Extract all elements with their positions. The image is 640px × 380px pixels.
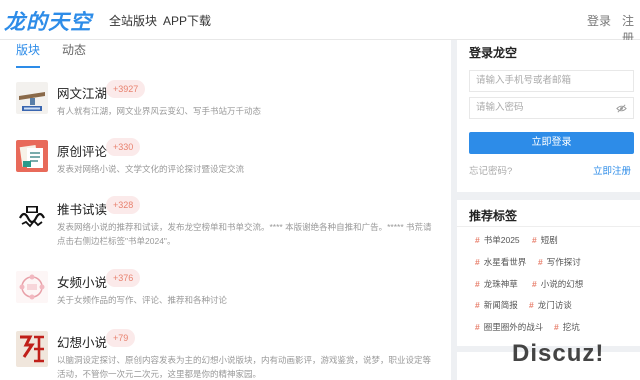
password-input[interactable]: 请输入密码	[469, 97, 634, 119]
eye-off-icon[interactable]	[616, 103, 627, 114]
documents-icon	[16, 140, 48, 172]
forum-description: 发表对网络小说、文学文化的评论探讨暨设定交流	[57, 164, 245, 174]
hash-icon: #	[532, 235, 537, 245]
new-posts-badge: +328	[106, 196, 141, 214]
site-logo[interactable]: 龙的天空	[4, 6, 92, 36]
forum-description: 关于女频作品的写作、评论、推荐和各种讨论	[57, 295, 228, 305]
active-tab-indicator	[16, 66, 40, 68]
forum-title[interactable]: 推书试读	[57, 199, 107, 218]
hash-icon: #	[554, 322, 559, 332]
new-posts-badge: +376	[106, 269, 141, 287]
forgot-password-link[interactable]: 忘记密码?	[469, 163, 512, 177]
forum-item-nvpin[interactable]: 女频小说 +376 关于女频作品的写作、评论、推荐和各种讨论	[0, 269, 451, 331]
register-now-link[interactable]: 立即注册	[593, 163, 631, 177]
login-button[interactable]: 立即登录	[469, 132, 634, 154]
hash-icon: #	[529, 300, 534, 310]
account-input[interactable]: 请输入手机号或者邮箱	[469, 70, 634, 92]
tag-item[interactable]: # 小说的幻想	[532, 278, 583, 290]
forum-description: 以脑洞设定探讨、原创内容发表为主的幻想小说版块，内有动画影评，游戏鉴赏，说梦，职…	[57, 355, 432, 379]
new-posts-badge: +79	[106, 329, 136, 347]
floral-icon	[16, 271, 48, 303]
forum-item-yuanchuang[interactable]: 原创评论 +330 发表对网络小说、文学文化的评论探讨暨设定交流	[0, 138, 451, 200]
tag-item[interactable]: # 挖坑	[554, 321, 580, 333]
forum-description: 有人就有江湖，网文业界风云变幻、写手书站万千动态	[57, 106, 262, 116]
forum-item-tuishu[interactable]: 推书试读 +328 发表网络小说的推荐和试读，发布龙空榜单和书单交流。**** …	[0, 196, 451, 258]
tab-activity[interactable]: 动态	[62, 41, 86, 58]
tags-title: 推荐标签	[469, 209, 518, 223]
tab-bar: 版块 动态	[0, 40, 451, 70]
login-panel: 登录龙空 请输入手机号或者邮箱 请输入密码 立即登录 忘记密码? 立即注册	[457, 40, 640, 192]
new-posts-badge: +330	[106, 138, 141, 156]
book-calligraphy-icon	[16, 196, 48, 236]
top-navigation-bar: 龙的天空 全站版块 APP下载 登录 注册	[0, 0, 640, 45]
network-sign-icon	[16, 82, 48, 114]
header-login-link[interactable]: 登录	[587, 12, 611, 29]
discuz-watermark: Discuz!	[512, 340, 605, 367]
hash-icon: #	[532, 279, 537, 289]
forum-title[interactable]: 原创评论	[57, 141, 107, 160]
tag-item[interactable]: # 龙珠神草	[475, 278, 518, 290]
hash-icon: #	[475, 300, 480, 310]
tag-item[interactable]: # 新闻简报	[475, 299, 518, 311]
forum-list-panel: 版块 动态 网文江湖 +3927 有人就有江湖，网文业界风云变幻、写手书站万千动…	[0, 40, 451, 380]
tag-item[interactable]: # 书单2025	[475, 234, 520, 246]
hash-icon: #	[475, 322, 480, 332]
login-title: 登录龙空	[469, 46, 518, 60]
forum-description: 发表网络小说的推荐和试读，发布龙空榜单和书单交流。**** 本版谢绝各种自推和广…	[57, 222, 432, 246]
hash-icon: #	[475, 235, 480, 245]
forum-item-huanxiang[interactable]: 幻想小说 +79 以脑洞设定探讨、原创内容发表为主的幻想小说版块，内有动画影评，…	[0, 329, 451, 380]
tag-item[interactable]: # 龙门访谈	[529, 299, 572, 311]
hash-icon: #	[538, 257, 543, 267]
tag-item[interactable]: # 水星看世界	[475, 256, 526, 268]
recommended-tags-panel: 推荐标签 # 书单2025 # 短剧 # 水星看世界 # 写作探讨 # 龙珠神草 # 小说的…	[457, 200, 640, 346]
hash-icon: #	[475, 257, 480, 267]
new-posts-badge: +3927	[106, 80, 146, 98]
tag-item[interactable]: # 写作探讨	[538, 256, 581, 268]
nav-all-forums[interactable]: 全站版块	[109, 12, 157, 29]
hash-icon: #	[475, 279, 480, 289]
tag-item[interactable]: # 圈里圈外的战斗	[475, 321, 543, 333]
tag-item[interactable]: # 短剧	[532, 234, 558, 246]
forum-title[interactable]: 网文江湖	[57, 83, 107, 102]
forum-item-wangwen[interactable]: 网文江湖 +3927 有人就有江湖，网文业界风云变幻、写手书站万千动态	[0, 80, 451, 142]
fantasy-calligraphy-icon	[16, 331, 48, 367]
nav-app-download[interactable]: APP下载	[163, 12, 211, 29]
password-placeholder: 请输入密码	[476, 102, 524, 113]
divider	[457, 226, 640, 227]
forum-title[interactable]: 幻想小说	[57, 332, 107, 351]
forum-title[interactable]: 女频小说	[57, 272, 107, 291]
tab-forums[interactable]: 版块	[16, 41, 40, 58]
